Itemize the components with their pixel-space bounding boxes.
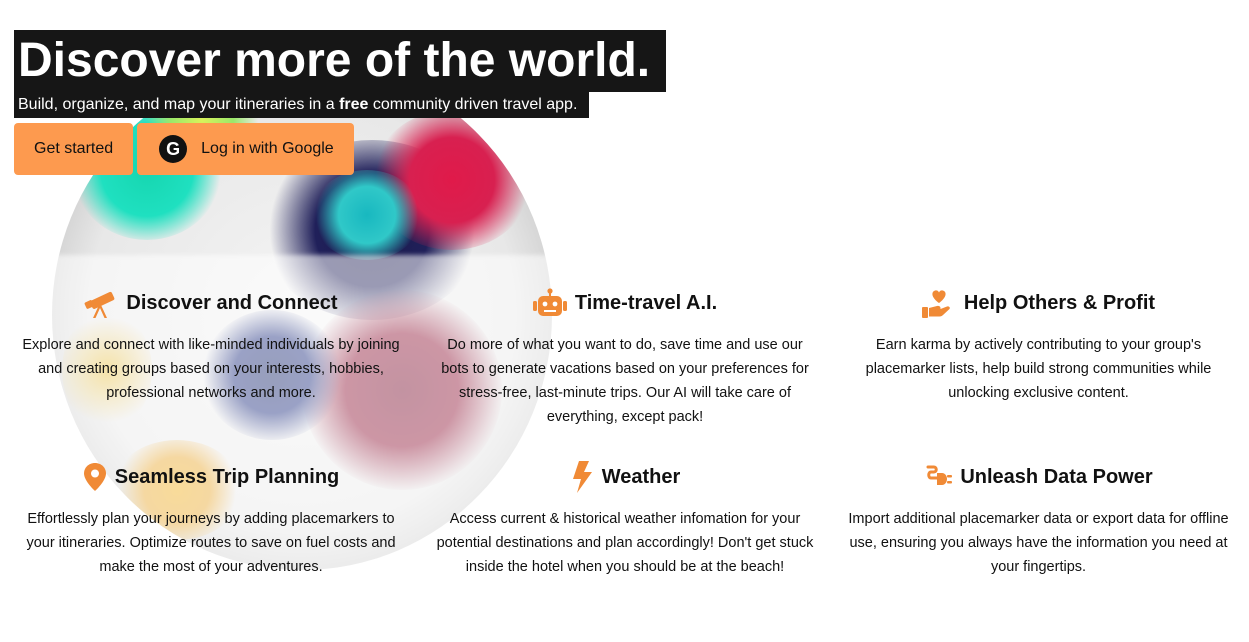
feature-description: Effortlessly plan your journeys by addin… [26, 511, 396, 575]
feature-title: Unleash Data Power [960, 465, 1153, 488]
hero-section: Discover more of the world. Build, organ… [14, 30, 667, 118]
hero-subtitle-end: community driven travel app. [368, 96, 578, 113]
feature-time-travel-ai: Time-travel A.I. Do more of what you wan… [422, 285, 828, 429]
hand-heart-icon [921, 290, 950, 318]
robot-icon [532, 288, 567, 316]
google-login-label: Log in with Google [201, 140, 334, 157]
feature-title: Help Others & Profit [963, 291, 1156, 314]
feature-title: Discover and Connect [126, 291, 338, 314]
features-grid: Discover and Connect Explore and connect… [0, 285, 1249, 579]
feature-title: Weather [601, 465, 681, 488]
google-icon: G [159, 135, 188, 163]
hero-subtitle: Build, organize, and map your itinerarie… [14, 92, 589, 118]
hero-buttons: Get started G Log in with Google [14, 123, 354, 175]
feature-description: Do more of what you want to do, save tim… [441, 337, 809, 425]
feature-trip-planning: Seamless Trip Planning Effortlessly plan… [0, 459, 422, 579]
feature-title: Time-travel A.I. [574, 291, 718, 314]
feature-discover-connect: Discover and Connect Explore and connect… [0, 285, 422, 429]
feature-description: Import additional placemarker data or ex… [848, 511, 1229, 575]
feature-help-others: Help Others & Profit Earn karma by activ… [828, 285, 1249, 429]
hero-title: Discover more of the world. [14, 30, 667, 92]
feature-description: Explore and connect with like-minded ind… [22, 337, 400, 401]
hero-subtitle-start: Build, organize, and map your itinerarie… [18, 96, 340, 113]
feature-description: Access current & historical weather info… [436, 511, 814, 575]
map-pin-icon [83, 463, 106, 491]
feature-weather: Weather Access current & historical weat… [422, 459, 828, 579]
feature-description: Earn karma by actively contributing to y… [865, 337, 1212, 401]
lightning-icon [572, 461, 592, 493]
feature-data-power: Unleash Data Power Import additional pla… [828, 459, 1249, 579]
google-login-button[interactable]: G Log in with Google [137, 123, 354, 175]
telescope-icon [85, 291, 115, 318]
feature-title: Seamless Trip Planning [114, 465, 340, 488]
get-started-button[interactable]: Get started [14, 123, 134, 175]
plug-icon [926, 465, 953, 485]
hero-subtitle-free: free [339, 96, 369, 113]
